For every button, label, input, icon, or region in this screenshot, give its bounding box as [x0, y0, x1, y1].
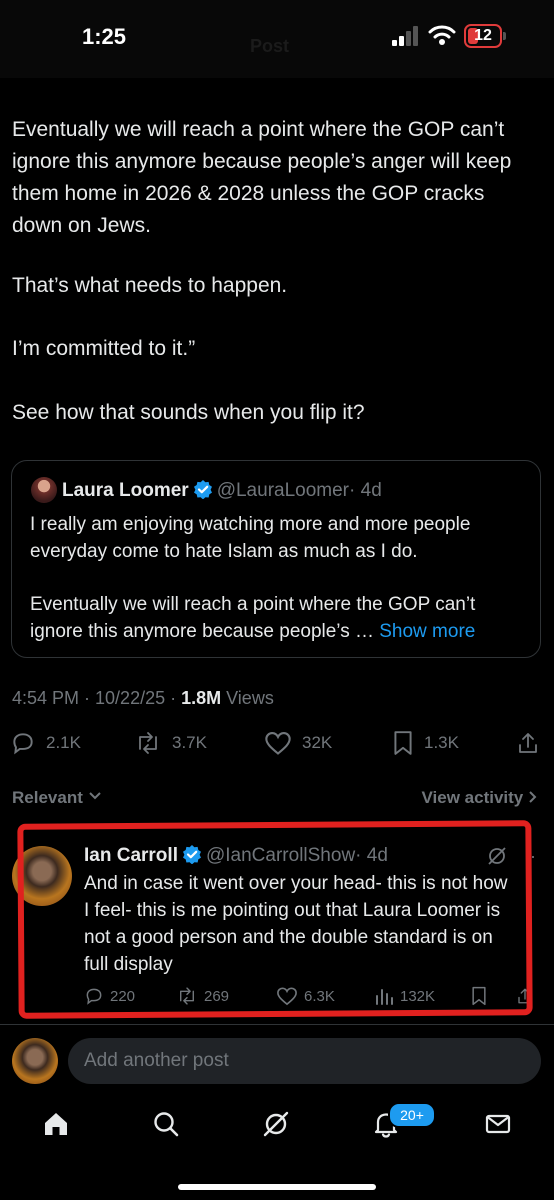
views-count: 1.8M — [181, 688, 222, 708]
reply-count: 220 — [110, 987, 136, 1005]
tweet-paragraph: Eventually we will reach a point where t… — [12, 118, 512, 237]
header-title: Post — [250, 36, 290, 56]
like-count: 6.3K — [304, 987, 335, 1005]
repost-count: 3.7K — [172, 733, 207, 752]
share-icon — [516, 986, 534, 1006]
reply-compose-input[interactable]: Add another post — [68, 1038, 541, 1084]
avatar[interactable] — [31, 477, 57, 503]
status-time: 1:25 — [82, 24, 127, 49]
tweet-paragraph: That’s what needs to happen. — [12, 274, 288, 297]
like-button[interactable]: 6.3K — [276, 986, 335, 1006]
home-indicator — [178, 1184, 376, 1190]
bookmark-count: 1.3K — [424, 733, 459, 752]
analytics-icon — [374, 986, 394, 1006]
battery-icon: 12 — [464, 24, 502, 48]
search-icon[interactable] — [152, 1110, 180, 1138]
bookmark-icon — [470, 986, 488, 1006]
signal-icon — [392, 26, 420, 46]
share-button[interactable] — [516, 730, 540, 756]
quoted-post-header: Laura Loomer @LauraLoomer· 4d — [62, 479, 382, 502]
bookmark-icon — [392, 730, 414, 756]
reply-author-name[interactable]: Ian Carroll — [84, 845, 178, 866]
mail-icon[interactable] — [484, 1110, 512, 1138]
quoted-post-card[interactable]: Laura Loomer @LauraLoomer· 4d I really am… — [11, 460, 541, 658]
reply-header: Ian Carroll @IanCarrollShow· 4d — [84, 844, 388, 867]
views-button[interactable]: 132K — [374, 986, 435, 1006]
chevron-right-icon — [528, 790, 538, 804]
sort-label: Relevant — [12, 788, 83, 807]
status-bar: 1:25 Post 12 — [0, 0, 554, 78]
view-activity-link[interactable]: View activity — [422, 788, 538, 808]
wifi-icon — [428, 24, 456, 46]
reply-time: · 4d — [355, 845, 388, 866]
tweet-paragraph: See how that sounds when you flip it? — [12, 401, 365, 424]
home-icon[interactable] — [42, 1110, 70, 1138]
share-icon — [516, 730, 540, 756]
repost-icon — [134, 730, 162, 756]
avatar — [12, 1038, 58, 1084]
sort-dropdown[interactable]: Relevant — [12, 788, 102, 808]
bookmark-button[interactable]: 1.3K — [392, 730, 459, 756]
verified-badge-icon — [193, 479, 213, 499]
repost-button[interactable]: 269 — [176, 986, 229, 1006]
reply-author-handle: @IanCarrollShow — [205, 845, 356, 866]
quoted-post-text: I really am enjoying watching more and m… — [30, 514, 471, 562]
avatar[interactable] — [12, 846, 72, 906]
quoted-post-text-continued: Eventually we will reach a point where t… — [30, 594, 476, 642]
views-label: Views — [221, 688, 274, 708]
grok-icon[interactable] — [486, 845, 508, 867]
quoted-author-name[interactable]: Laura Loomer — [62, 480, 189, 501]
like-count: 32K — [302, 733, 333, 752]
quoted-author-handle: @LauraLoomer — [216, 480, 350, 501]
divider — [0, 1024, 554, 1025]
compose-placeholder: Add another post — [84, 1050, 229, 1071]
show-more-link[interactable]: Show more — [379, 621, 475, 642]
reply-button[interactable]: 220 — [84, 986, 135, 1006]
quoted-post-time: · 4d — [349, 480, 382, 501]
view-activity-label: View activity — [421, 788, 524, 807]
post-actions: 2.1K 3.7K 32K 1.3K — [0, 730, 554, 762]
share-button[interactable] — [516, 986, 534, 1006]
post-meta: 4:54 PM · 10/22/25 · 1.8M Views — [12, 688, 274, 709]
grok-icon[interactable] — [262, 1110, 290, 1138]
reply-count: 2.1K — [46, 733, 81, 752]
notifications-badge: 20+ — [388, 1102, 436, 1128]
repost-icon — [176, 986, 198, 1006]
reply-text: And in case it went over your head- this… — [84, 873, 508, 975]
views-count: 132K — [400, 987, 436, 1005]
heart-icon — [276, 986, 298, 1006]
battery-level: 12 — [474, 27, 492, 44]
repost-button[interactable]: 3.7K — [134, 730, 207, 756]
heart-icon — [264, 730, 292, 756]
reply-icon — [10, 730, 36, 756]
tweet-paragraph: I’m committed to it.” — [12, 337, 196, 360]
reply-actions: 220 269 6.3K 132K — [0, 986, 554, 1010]
post-timestamp: 4:54 PM · 10/22/25 · — [12, 688, 182, 708]
verified-badge-icon — [182, 844, 202, 864]
reply-icon — [84, 986, 104, 1006]
like-button[interactable]: 32K — [264, 730, 332, 756]
chevron-down-icon — [88, 791, 102, 801]
reply-button[interactable]: 2.1K — [10, 730, 81, 756]
repost-count: 269 — [204, 987, 230, 1005]
more-options-icon[interactable]: · — [530, 846, 536, 867]
bookmark-button[interactable] — [470, 986, 488, 1006]
